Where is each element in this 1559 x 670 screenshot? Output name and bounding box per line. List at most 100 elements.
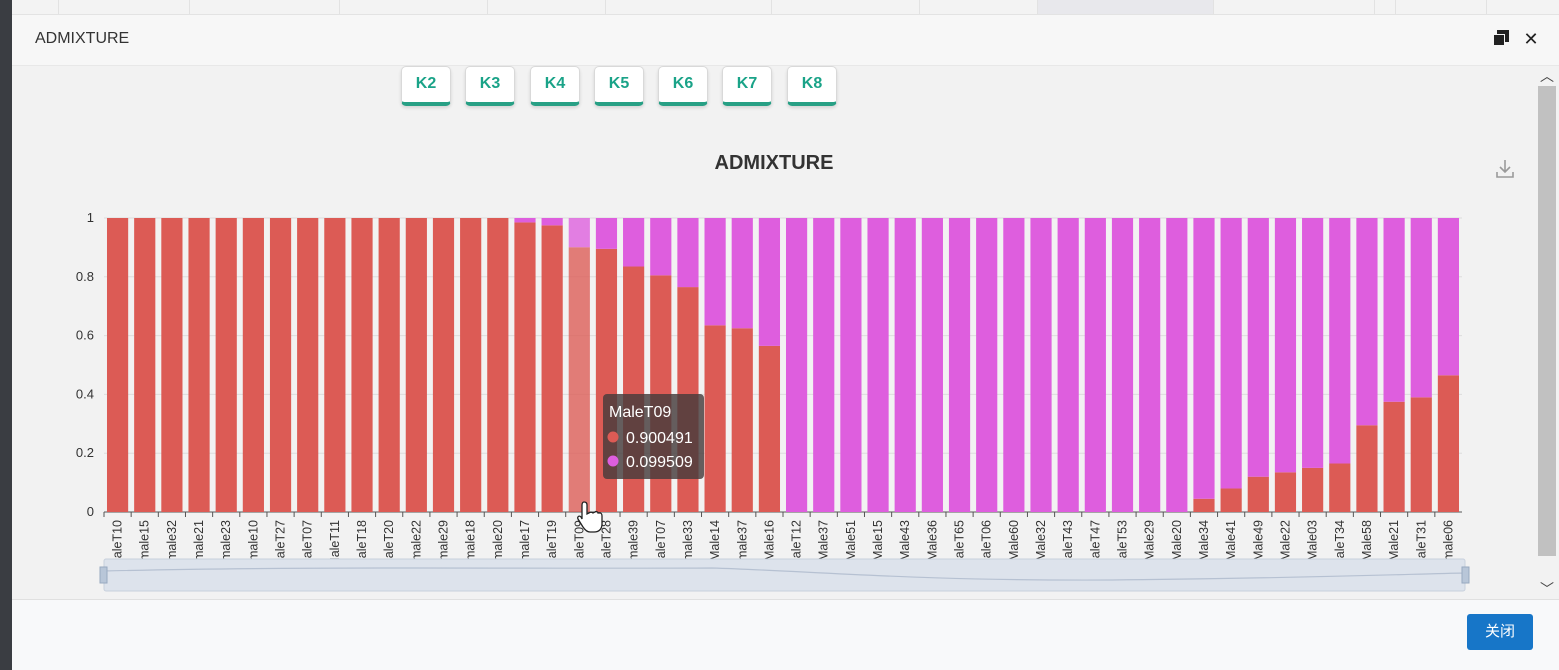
bar-series1-Female32[interactable] xyxy=(161,218,183,512)
tooltip-series2-marker xyxy=(607,455,619,467)
background-table-header xyxy=(12,0,1559,15)
bar-series1-Male14[interactable] xyxy=(704,325,726,512)
bar-series1-MaleT31[interactable] xyxy=(1410,397,1432,512)
bar-series1-Female29[interactable] xyxy=(432,218,455,512)
bar-series1-Female20[interactable] xyxy=(487,218,509,512)
bar-series1-Male03[interactable] xyxy=(1302,467,1324,512)
y-tick-label: 0.6 xyxy=(76,328,94,343)
bar-series2-Male16[interactable] xyxy=(758,218,781,346)
bar-series2-Female06[interactable] xyxy=(1437,218,1460,376)
scroll-up-icon[interactable]: ︿ xyxy=(1537,68,1557,84)
bar-series2-MaleT06[interactable] xyxy=(976,218,998,512)
bar-series2-MaleT34[interactable] xyxy=(1329,218,1351,464)
bar-series2-MaleT53[interactable] xyxy=(1111,218,1134,512)
bar-series2-Male32[interactable] xyxy=(1030,218,1052,512)
bar-series2-Male34[interactable] xyxy=(1193,218,1215,499)
slider-right-handle[interactable] xyxy=(1461,566,1470,584)
bar-series1-Male58[interactable] xyxy=(1356,425,1378,512)
bar-series1-Female17[interactable] xyxy=(514,222,536,512)
scrollbar-thumb[interactable] xyxy=(1538,86,1556,556)
bar-series2-Male58[interactable] xyxy=(1356,218,1378,426)
bar-series1-MaleT18[interactable] xyxy=(351,218,373,512)
bar-series1-Male34[interactable] xyxy=(1193,498,1215,512)
bar-series1-Male21[interactable] xyxy=(1383,401,1405,512)
bar-series1-Female06[interactable] xyxy=(1437,375,1460,512)
bar-series1-MaleT19[interactable] xyxy=(541,225,563,512)
bar-series2-Male37[interactable] xyxy=(813,218,835,512)
x-tick-label: Male14 xyxy=(708,520,722,561)
bar-series2-Female37[interactable] xyxy=(731,218,753,329)
bar-series2-Male03[interactable] xyxy=(1302,218,1324,468)
close-button[interactable]: 关闭 xyxy=(1467,614,1533,650)
y-tick-label: 0.4 xyxy=(76,386,94,401)
bar-series2-Male41[interactable] xyxy=(1220,218,1242,489)
x-tick-label: Male60 xyxy=(1007,520,1021,561)
close-icon[interactable]: ✕ xyxy=(1521,29,1541,49)
tooltip-value-2: 0.099509 xyxy=(626,454,693,471)
bar-series2-Female17[interactable] xyxy=(514,218,536,223)
bar-series1-Female22[interactable] xyxy=(405,218,427,512)
bar-series1-Male16[interactable] xyxy=(758,345,781,512)
x-tick-label: Male34 xyxy=(1197,520,1211,561)
bar-series1-Male49[interactable] xyxy=(1247,476,1269,512)
bar-series2-Female39[interactable] xyxy=(623,218,645,267)
bar-series2-Male15[interactable] xyxy=(867,218,889,512)
bar-series1-Female21[interactable] xyxy=(188,218,210,512)
bar-series1-Female15[interactable] xyxy=(134,218,156,512)
bar-series1-MaleT34[interactable] xyxy=(1329,463,1351,512)
bar-series1-MaleT27[interactable] xyxy=(269,218,292,512)
bar-series2-MaleT28[interactable] xyxy=(595,218,618,249)
bar-series1-Female10[interactable] xyxy=(242,218,264,512)
bar-series1-Female18[interactable] xyxy=(460,218,482,512)
bar-series1-MaleT07[interactable] xyxy=(297,218,319,512)
vertical-scrollbar[interactable]: ︿ ﹀ xyxy=(1535,66,1559,599)
admixture-chart: ADMIXTURE 00.20.40.60.81 MaleT10 Female15… xyxy=(76,152,1514,592)
bar-series1-Female37[interactable] xyxy=(731,328,753,512)
bar-series2-FemaleT07[interactable] xyxy=(650,218,672,276)
download-icon[interactable] xyxy=(1496,160,1514,178)
bar-series2-MaleT19[interactable] xyxy=(541,218,563,226)
bar-series2-Male29[interactable] xyxy=(1139,218,1161,512)
chart-tooltip: MaleT09 0.900491 0.099509 xyxy=(603,394,704,479)
bar-series2-MaleT65[interactable] xyxy=(948,218,971,512)
dialog-content: K2 K3 K4 K5 K6 K7 K8 ADMIXTURE 0 0.2 0.4 0.6 0.8 1 … xyxy=(12,66,1559,599)
bar-series2-Male21[interactable] xyxy=(1383,218,1405,402)
x-tick-label: Male21 xyxy=(1387,520,1401,561)
bar-series2-MaleT31[interactable] xyxy=(1410,218,1432,398)
restore-window-icon[interactable] xyxy=(1491,29,1511,49)
x-tick-label: Male37 xyxy=(817,520,831,561)
bar-series2-MaleT09[interactable] xyxy=(568,218,590,248)
y-tick-label: 1 xyxy=(87,210,94,225)
dialog-title: ADMIXTURE xyxy=(35,30,130,47)
bar-series2-Male14[interactable] xyxy=(704,218,726,326)
bar-series1-MaleT10[interactable] xyxy=(106,218,129,512)
y-tick-label: 0.8 xyxy=(76,269,94,284)
bar-series2-Male36[interactable] xyxy=(921,218,943,512)
bar-series2-MaleT43[interactable] xyxy=(1057,218,1079,512)
bar-series2-Male49[interactable] xyxy=(1247,218,1269,477)
y-tick-label: 0 xyxy=(87,504,94,519)
x-tick-label: Male36 xyxy=(925,520,939,561)
bar-series2-Male22[interactable] xyxy=(1274,218,1297,473)
bar-series1-MaleT09[interactable] xyxy=(568,247,590,512)
scroll-down-icon[interactable]: ﹀ xyxy=(1537,581,1557,597)
bar-series2-MaleT12[interactable] xyxy=(785,218,808,512)
tooltip-sample: MaleT09 xyxy=(609,404,671,421)
bar-series2-Male43[interactable] xyxy=(894,218,916,512)
bar-series1-Male22[interactable] xyxy=(1274,472,1297,512)
bar-series1-Male41[interactable] xyxy=(1220,488,1242,512)
bar-series1-MaleT11[interactable] xyxy=(324,218,346,512)
bar-series1-MaleT20[interactable] xyxy=(378,218,400,512)
data-zoom-slider[interactable] xyxy=(99,558,1470,592)
x-tick-label: Male58 xyxy=(1360,520,1374,561)
bar-series2-Female33[interactable] xyxy=(677,218,699,288)
slider-left-handle[interactable] xyxy=(99,566,108,584)
bar-series2-Male60[interactable] xyxy=(1003,218,1025,512)
x-tick-label: Male03 xyxy=(1306,520,1320,561)
chart-title: ADMIXTURE xyxy=(715,152,834,174)
tooltip-series1-marker xyxy=(607,431,619,443)
bar-series2-MaleT47[interactable] xyxy=(1084,218,1106,512)
bar-series2-Male20[interactable] xyxy=(1166,218,1188,512)
bar-series1-Female23[interactable] xyxy=(215,218,237,512)
bar-series2-Male51[interactable] xyxy=(840,218,862,512)
